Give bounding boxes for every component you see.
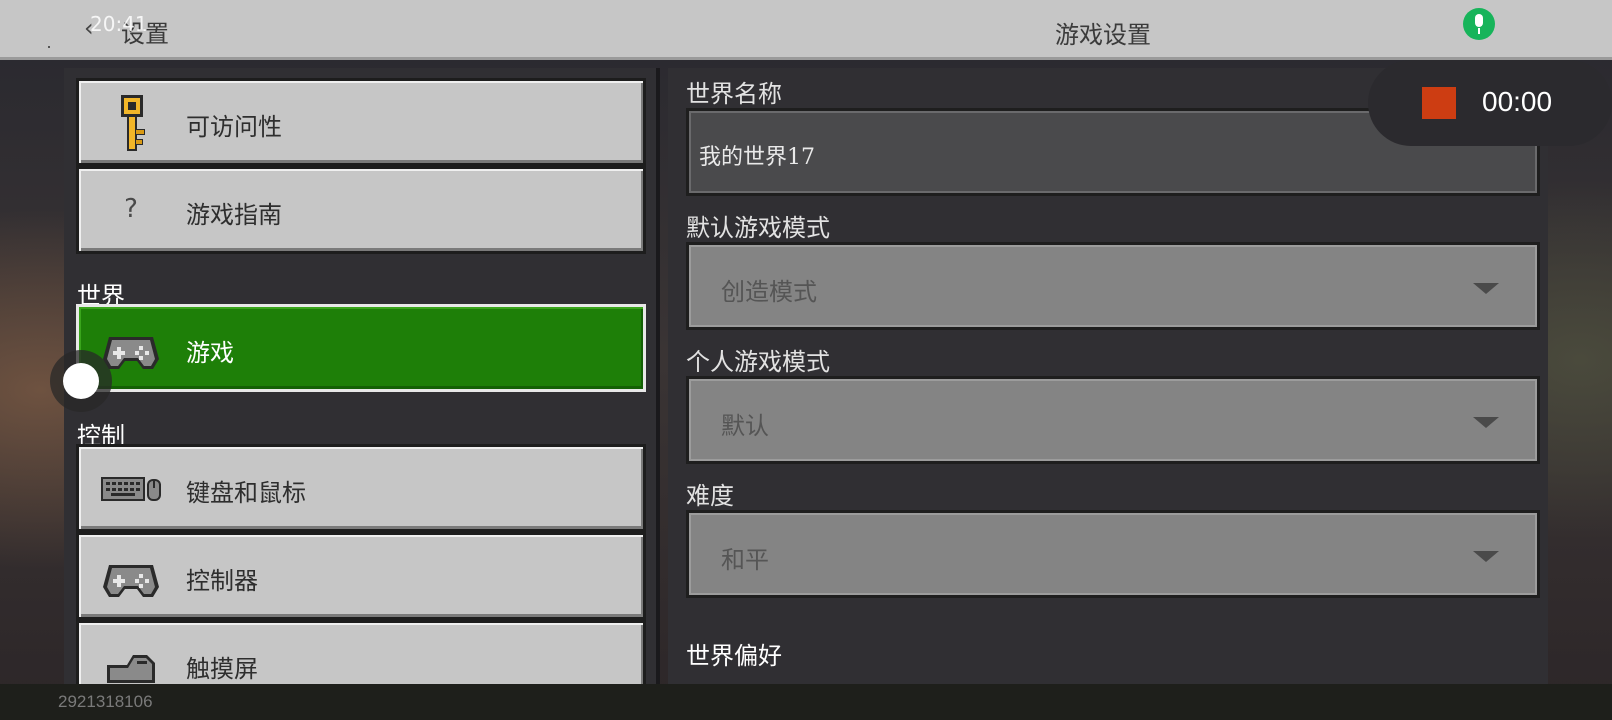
touch-hand-icon [107,655,155,683]
sidebar-item-game[interactable]: 游戏 [76,304,646,392]
sidebar-item-touchscreen[interactable]: 触摸屏 [76,620,646,684]
page-title: 游戏设置 [1055,21,1151,49]
sidebar-item-label: 触摸屏 [186,655,258,683]
personal-game-mode-dropdown[interactable]: 默认 [686,376,1540,464]
personal-game-mode-label: 个人游戏模式 [686,348,830,376]
sidebar-item-label: 游戏指南 [186,201,282,229]
difficulty-dropdown[interactable]: 和平 [686,510,1540,598]
default-game-mode-value: 创造模式 [721,278,817,306]
key-icon [121,95,145,151]
status-clock: 20:41 [90,12,148,36]
gamepad-icon [103,565,159,597]
sidebar-item-label: 游戏 [186,339,234,367]
default-game-mode-dropdown[interactable]: 创造模式 [686,242,1540,330]
settings-sidebar: 可访问性 ? 游戏指南 世界 游戏 控制 键盘和鼠标 控制器 触摸屏 [64,68,660,684]
sidebar-item-game-guide[interactable]: ? 游戏指南 [76,166,646,254]
question-mark-icon: ? [124,194,138,224]
chevron-down-icon [1473,551,1499,562]
chevron-down-icon [1473,417,1499,428]
keyboard-mouse-icon [101,477,161,501]
difficulty-value: 和平 [721,546,769,574]
game-settings-panel: 世界名称 我的世界17 默认游戏模式 创造模式 个人游戏模式 默认 难度 和平 … [668,68,1548,684]
world-preferences-heading: 世界偏好 [686,642,782,670]
floating-assist-ball[interactable] [50,350,112,412]
sidebar-item-label: 控制器 [186,567,258,595]
world-name-label: 世界名称 [686,80,782,108]
difficulty-label: 难度 [686,482,734,510]
personal-game-mode-value: 默认 [721,412,769,440]
top-bar: ‹ 设置 20:41 游戏设置 [0,0,1612,60]
sidebar-item-keyboard-mouse[interactable]: 键盘和鼠标 [76,444,646,532]
sidebar-item-label: 可访问性 [186,113,282,141]
status-dot [48,46,50,48]
watermark-id: 2921318106 [58,692,153,711]
default-game-mode-label: 默认游戏模式 [686,214,830,242]
stop-icon[interactable] [1422,87,1456,119]
sidebar-item-controller[interactable]: 控制器 [76,532,646,620]
sidebar-item-accessibility[interactable]: 可访问性 [76,78,646,166]
screen-recorder-widget: 00:00 [1368,60,1612,146]
sidebar-item-label: 键盘和鼠标 [186,479,306,507]
recording-timer: 00:00 [1482,86,1553,117]
bottom-strip [0,684,1612,720]
world-name-value: 我的世界17 [699,145,815,170]
chevron-down-icon [1473,283,1499,294]
microphone-icon[interactable] [1463,8,1495,40]
